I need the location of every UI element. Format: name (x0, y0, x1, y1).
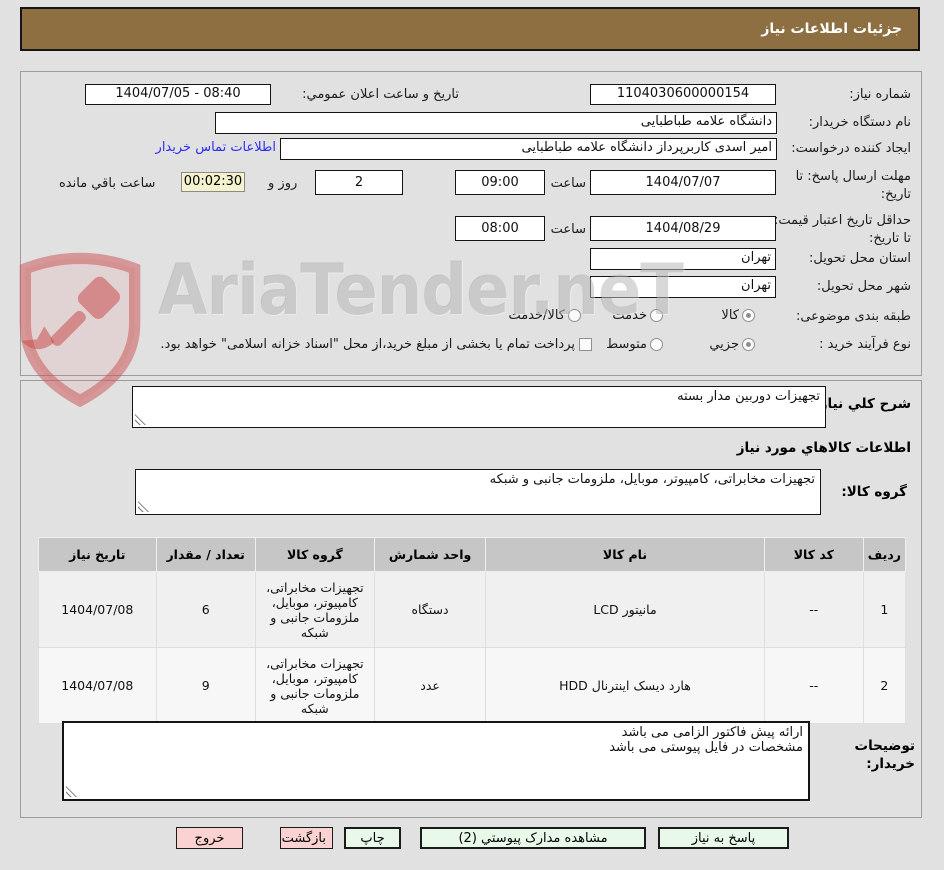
cell-item-code: -- (763, 647, 864, 724)
back-button[interactable]: بازگشت (280, 827, 333, 849)
radio-goods-service[interactable] (568, 309, 581, 322)
radio-medium[interactable] (650, 338, 663, 351)
hour-label-1: ساعت (550, 176, 586, 191)
classification-label: طبقه بندی موضوعی: (795, 309, 911, 324)
announce-datetime-field[interactable]: 1404/07/05 - 08:40 (85, 84, 271, 105)
cell-group: تجهیزات مخابراتی، کامپیوتر، موبایل، ملزو… (254, 571, 375, 648)
need-description-textarea[interactable]: تجهیزات دوربین مدار بسته (132, 386, 826, 428)
need-description-text: تجهیزات دوربین مدار بسته (677, 389, 820, 404)
price-validity-label: حداقل تاریخ اعتبار قیمت: تا تاریخ: (773, 213, 911, 246)
process-type-label: نوع فرآیند خرید : (819, 337, 911, 352)
countdown-timer: 00:02:30 (181, 172, 245, 192)
radio-medium-label: متوسط (606, 337, 647, 352)
buyer-notes-text: ارائه پیش فاکتور الزامی می باشد مشخصات د… (609, 725, 803, 755)
respond-to-need-button[interactable]: پاسخ به نیاز (658, 827, 789, 849)
days-remaining-field[interactable]: 2 (315, 170, 403, 195)
goods-table-header-row: ردیف کد کالا نام کالا واحد شمارش گروه کا… (38, 537, 907, 572)
province-field[interactable]: تهران (590, 248, 776, 270)
page-title: جزئیات اطلاعات نیاز (20, 7, 920, 51)
cell-need-date: 1404/07/08 (38, 647, 157, 724)
radio-partial-label: جزیي (709, 337, 739, 352)
table-row: 1 -- مانیتور LCD دستگاه تجهیزات مخابراتی… (38, 571, 907, 648)
radio-goods-service-label: کالا/خدمت (508, 308, 565, 323)
goods-table: ردیف کد کالا نام کالا واحد شمارش گروه کا… (38, 537, 907, 724)
col-header-unit: واحد شمارش (373, 537, 487, 572)
cell-unit: دستگاه (373, 571, 487, 648)
col-header-item-name: نام کالا (485, 537, 765, 572)
radio-goods[interactable] (742, 309, 755, 322)
goods-section-title: اطلاعات کالاهاي مورد نیاز (736, 440, 911, 456)
radio-service-label: خدمت (612, 308, 647, 323)
cell-item-name: هارد دیسک اینترنال HDD (485, 647, 765, 724)
buyer-notes-label: توضیحات خریدار: (854, 738, 915, 773)
tender-detail-page: جزئیات اطلاعات نیاز شماره نیاز: 11040306… (0, 0, 944, 870)
goods-group-text: تجهیزات مخابراتی، کامپیوتر، موبایل، ملزو… (489, 472, 815, 487)
province-label: استان محل تحویل: (809, 251, 911, 266)
city-label: شهر محل تحویل: (816, 279, 911, 294)
reply-deadline-label: مهلت ارسال پاسخ: تا تاریخ: (795, 169, 911, 202)
need-number-label: شماره نیاز: (849, 87, 911, 102)
buyer-org-label: نام دستگاه خریدار: (808, 115, 911, 130)
cell-quantity: 9 (155, 647, 256, 724)
hours-remaining-label: ساعت باقي مانده (59, 176, 156, 191)
table-row: 2 -- هارد دیسک اینترنال HDD عدد تجهیزات … (38, 647, 907, 724)
hour-label-2: ساعت (550, 222, 586, 237)
buyer-org-field[interactable]: دانشگاه علامه طباطبایی (215, 112, 777, 134)
cell-row-number: 2 (862, 647, 907, 724)
need-description-label: شرح کلي نیاز: (814, 396, 911, 412)
print-button[interactable]: چاپ (344, 827, 401, 849)
need-number-field[interactable]: 1104030600000154 (590, 84, 776, 105)
col-header-row-number: ردیف (862, 537, 907, 572)
cell-item-code: -- (763, 571, 864, 648)
col-header-quantity: تعداد / مقدار (155, 537, 256, 572)
general-info-panel: شماره نیاز: 1104030600000154 تاریخ و ساع… (20, 71, 922, 376)
price-validity-time-field[interactable]: 08:00 (455, 216, 545, 241)
goods-group-label: گروه کالا: (841, 484, 907, 500)
buyer-notes-textarea[interactable]: ارائه پیش فاکتور الزامی می باشد مشخصات د… (62, 721, 810, 801)
cell-group: تجهیزات مخابراتی، کامپیوتر، موبایل، ملزو… (254, 647, 375, 724)
creator-label: ایجاد کننده درخواست: (791, 141, 911, 156)
radio-service[interactable] (650, 309, 663, 322)
resize-handle-icon[interactable] (135, 414, 146, 425)
buyer-contact-link[interactable]: اطلاعات تماس خریدار (140, 140, 276, 155)
reply-deadline-time-field[interactable]: 09:00 (455, 170, 545, 195)
days-and-label: روز و (268, 176, 298, 191)
goods-info-panel: شرح کلي نیاز: تجهیزات دوربین مدار بسته ا… (20, 380, 922, 818)
creator-field[interactable]: امیر اسدی کاربرپرداز دانشگاه علامه طباطب… (280, 138, 777, 160)
city-field[interactable]: تهران (590, 276, 776, 298)
exit-button[interactable]: خروج (176, 827, 243, 849)
price-validity-date-field[interactable]: 1404/08/29 (590, 216, 776, 241)
reply-deadline-date-field[interactable]: 1404/07/07 (590, 170, 776, 195)
cell-item-name: مانیتور LCD (485, 571, 765, 648)
goods-group-textarea[interactable]: تجهیزات مخابراتی، کامپیوتر، موبایل، ملزو… (135, 469, 821, 515)
cell-unit: عدد (373, 647, 487, 724)
radio-partial[interactable] (742, 338, 755, 351)
treasury-note: پرداخت تمام یا بخشی از مبلغ خرید،از محل … (160, 337, 575, 352)
view-attached-docs-button[interactable]: مشاهده مدارک پیوستي (2) (420, 827, 646, 849)
announce-datetime-label: تاریخ و ساعت اعلان عمومي: (302, 87, 459, 102)
radio-goods-label: کالا (721, 308, 739, 323)
col-header-item-code: کد کالا (763, 537, 864, 572)
col-header-group: گروه کالا (254, 537, 375, 572)
cell-need-date: 1404/07/08 (38, 571, 157, 648)
resize-handle-icon[interactable] (138, 501, 149, 512)
resize-handle-icon[interactable] (66, 786, 77, 797)
col-header-need-date: تاریخ نیاز (38, 537, 157, 572)
treasury-checkbox[interactable] (579, 338, 592, 351)
cell-quantity: 6 (155, 571, 256, 648)
cell-row-number: 1 (862, 571, 907, 648)
